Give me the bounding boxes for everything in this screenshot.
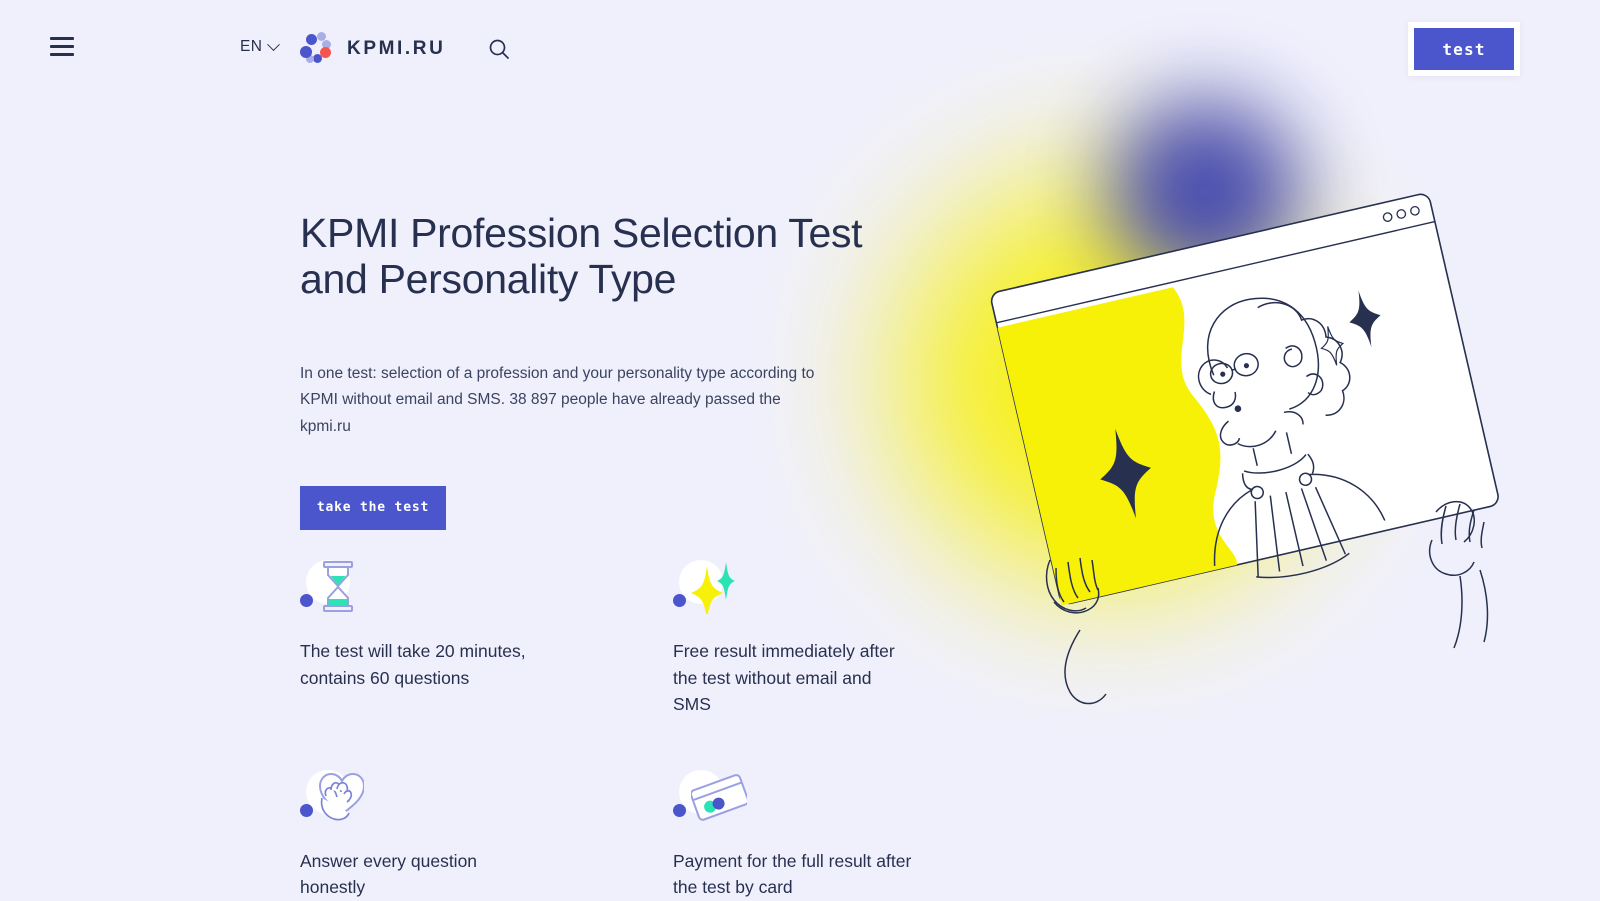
icon-dot [300, 594, 313, 607]
feature-item-payment: Payment for the full result after the te… [673, 768, 913, 901]
page-title: KPMI Profession Selection Test and Perso… [300, 210, 863, 303]
brand-name: KPMI.RU [347, 38, 446, 59]
hero-section: KPMI Profession Selection Test and Perso… [0, 0, 1600, 901]
sparkles-icon [673, 558, 735, 616]
icon-dot [300, 803, 313, 817]
test-button[interactable]: test [1414, 28, 1514, 70]
icon-dot [673, 803, 686, 817]
site-header: EN KPMI.RU test [0, 0, 1600, 98]
burger-line [50, 37, 74, 40]
hamburger-menu-icon[interactable] [50, 37, 74, 61]
feature-text: Payment for the full result after the te… [673, 850, 912, 898]
feature-item-honesty: Answer every question honestly [300, 768, 540, 901]
language-selector[interactable]: EN [240, 37, 281, 56]
chevron-down-icon [267, 37, 281, 51]
feature-item-free-result: Free result immediately after the test w… [673, 558, 913, 718]
feature-text: Free result immediately after the test w… [673, 641, 895, 715]
feature-text: The test will take 20 minutes, contains … [300, 641, 526, 688]
test-button-frame: test [1408, 22, 1520, 76]
hero-subtitle: In one test: selection of a profession a… [300, 364, 815, 435]
take-the-test-button[interactable]: take the test [300, 485, 446, 530]
feature-list: The test will take 20 minutes, contains … [300, 558, 940, 901]
language-label: EN [240, 38, 263, 55]
hourglass-icon [300, 558, 362, 616]
feature-text: Answer every question honestly [300, 850, 478, 898]
hand-heart-icon [300, 768, 364, 826]
hero-content: KPMI Profession Selection Test and Perso… [300, 210, 900, 530]
burger-line [50, 53, 74, 56]
icon-dot [673, 594, 686, 607]
search-icon[interactable] [487, 37, 511, 61]
credit-card-icon [673, 768, 747, 826]
brand-logo[interactable]: KPMI.RU [298, 31, 445, 67]
feature-item-duration: The test will take 20 minutes, contains … [300, 558, 540, 718]
kpmi-dots-logo-icon [298, 31, 334, 67]
burger-line [50, 45, 74, 48]
person-holding-browser-window-illustration [880, 70, 1600, 710]
